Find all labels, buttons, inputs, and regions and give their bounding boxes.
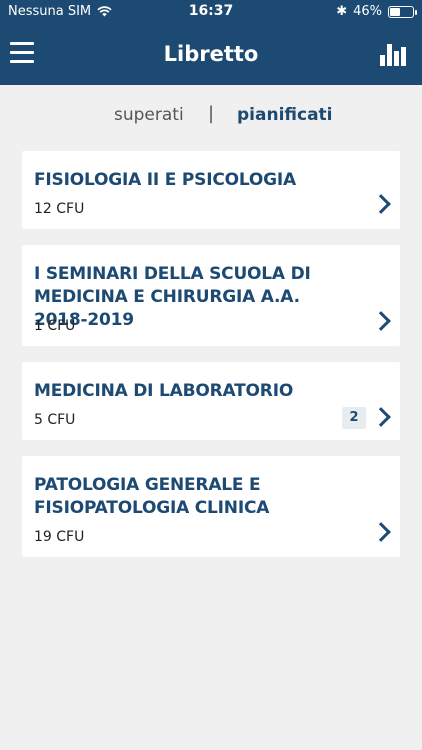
status-bar: Nessuna SIM 16:37 ✱ 46% <box>0 0 422 24</box>
app-header: Nessuna SIM 16:37 ✱ 46% Libretto <box>0 0 422 85</box>
chevron-right-icon <box>371 311 391 331</box>
course-title: I SEMINARI DELLA SCUOLA DI MEDICINA E CH… <box>34 264 311 330</box>
course-card[interactable]: MEDICINA DI LABORATORIO 5 CFU 2 <box>22 362 400 440</box>
battery-cap <box>415 9 417 15</box>
tab-bar: superati | pianificati <box>0 103 422 131</box>
bar-chart-icon[interactable] <box>380 42 406 66</box>
course-title: MEDICINA DI LABORATORIO <box>34 381 294 401</box>
nav-bar: Libretto <box>0 24 422 85</box>
course-cfu: 5 CFU <box>34 412 76 428</box>
chevron-right-icon <box>371 522 391 542</box>
chevron-right-icon <box>371 194 391 214</box>
battery-icon <box>388 5 417 18</box>
course-cfu: 12 CFU <box>34 201 85 217</box>
tab-separator: | <box>208 103 215 124</box>
course-cfu: 1 CFU <box>34 318 76 334</box>
battery-percent: 46% <box>353 4 382 19</box>
course-card[interactable]: PATOLOGIA GENERALE E FISIOPATOLOGIA CLIN… <box>22 456 400 557</box>
chevron-right-icon <box>371 407 391 427</box>
tab-pianificati[interactable]: pianificati <box>237 105 333 125</box>
course-card[interactable]: FISIOLOGIA II E PSICOLOGIA 12 CFU <box>22 151 400 229</box>
course-card[interactable]: I SEMINARI DELLA SCUOLA DI MEDICINA E CH… <box>22 245 400 346</box>
tab-superati[interactable]: superati <box>114 105 184 125</box>
count-badge: 2 <box>342 407 366 429</box>
course-title: PATOLOGIA GENERALE E FISIOPATOLOGIA CLIN… <box>34 475 270 518</box>
course-cfu: 19 CFU <box>34 529 85 545</box>
page-title: Libretto <box>163 42 259 66</box>
bluetooth-icon: ✱ <box>336 4 348 19</box>
course-title: FISIOLOGIA II E PSICOLOGIA <box>34 170 296 190</box>
status-right: ✱ 46% <box>336 4 417 19</box>
battery-fill <box>390 7 401 16</box>
